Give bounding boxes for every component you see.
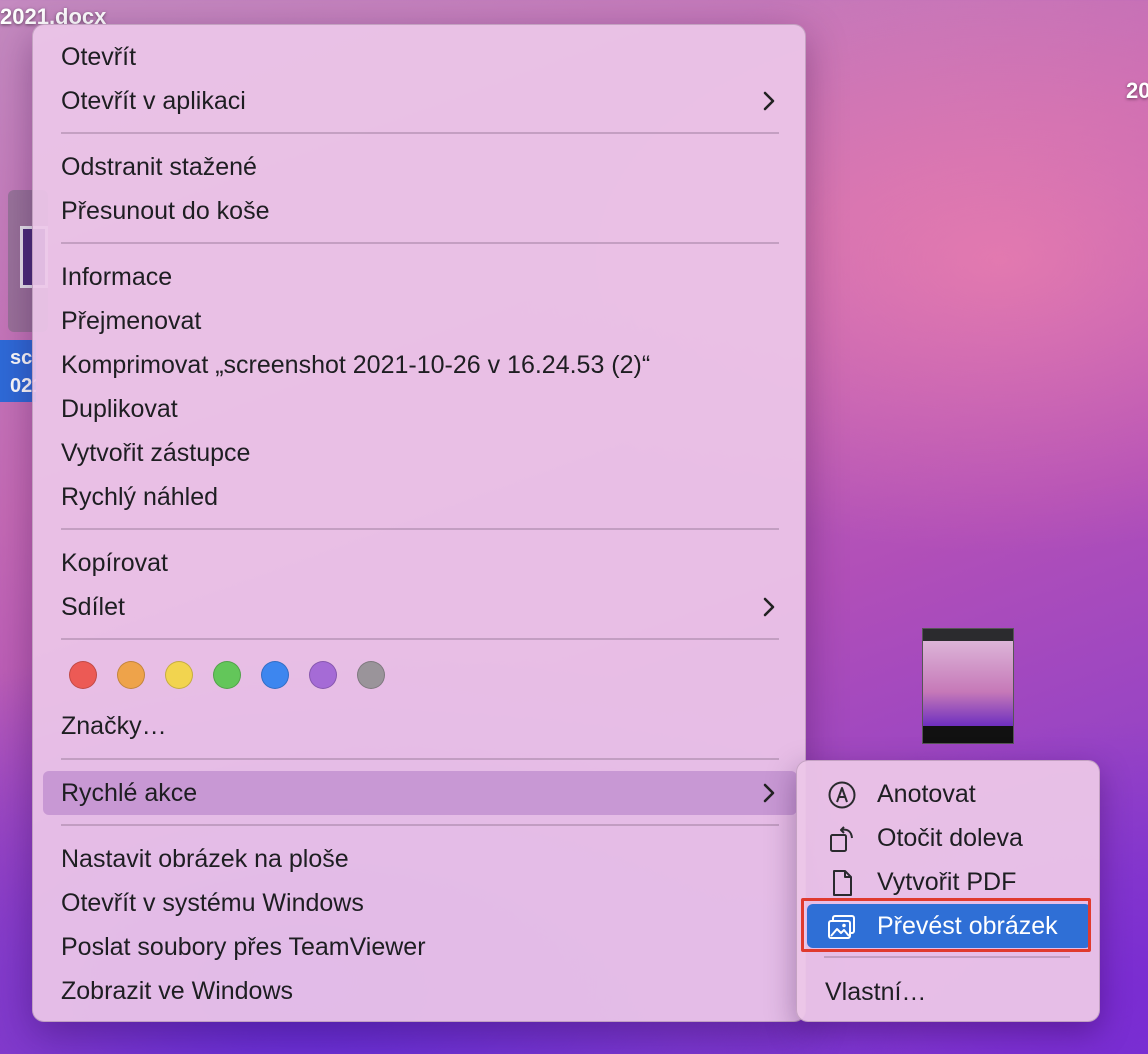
menu-separator	[61, 638, 779, 640]
tag-orange[interactable]	[117, 661, 145, 689]
menu-item-copy[interactable]: Kopírovat	[43, 541, 797, 585]
menu-item-open[interactable]: Otevřít	[43, 35, 797, 79]
submenu-item-convert-image[interactable]: Převést obrázek	[807, 904, 1091, 948]
menu-item-label: Sdílet	[61, 593, 125, 621]
menu-item-tags[interactable]: Značky…	[43, 704, 797, 748]
menu-separator	[61, 528, 779, 530]
menu-item-label: Duplikovat	[61, 395, 178, 423]
menu-item-label: Rychlý náhled	[61, 483, 219, 511]
quick-actions-submenu: Anotovat Otočit doleva Vytvořit PDF Přev…	[796, 760, 1100, 1022]
menu-item-label: Otevřít v aplikaci	[61, 87, 246, 115]
tag-gray[interactable]	[357, 661, 385, 689]
menu-item-remove-download[interactable]: Odstranit stažené	[43, 145, 797, 189]
submenu-item-create-pdf[interactable]: Vytvořit PDF	[807, 860, 1091, 904]
menu-separator	[61, 824, 779, 826]
menu-item-quick-look[interactable]: Rychlý náhled	[43, 475, 797, 519]
tag-yellow[interactable]	[165, 661, 193, 689]
document-icon	[833, 870, 852, 896]
submenu-item-label: Otočit doleva	[877, 824, 1023, 852]
menu-item-label: Zobrazit ve Windows	[61, 977, 294, 1005]
menu-item-duplicate[interactable]: Duplikovat	[43, 387, 797, 431]
menu-item-label: Rychlé akce	[61, 779, 198, 807]
tag-red[interactable]	[69, 661, 97, 689]
menu-item-label: Značky…	[61, 712, 167, 740]
menu-item-share[interactable]: Sdílet	[43, 585, 797, 629]
menu-item-label: Přesunout do koše	[61, 197, 270, 225]
desktop-file-label-selected[interactable]: sc 021	[0, 340, 36, 402]
menu-item-rename[interactable]: Přejmenovat	[43, 299, 797, 343]
submenu-item-label: Vlastní…	[825, 978, 927, 1006]
menu-separator	[61, 758, 779, 760]
menu-item-send-teamviewer[interactable]: Poslat soubory přes TeamViewer	[43, 925, 797, 969]
menu-item-label: Informace	[61, 263, 173, 291]
menu-item-label: Odstranit stažené	[61, 153, 257, 181]
desktop-screenshot-thumbnail[interactable]	[922, 628, 1014, 744]
menu-item-move-to-trash[interactable]: Přesunout do koše	[43, 189, 797, 233]
markup-pen-icon	[828, 781, 856, 809]
chevron-right-icon	[763, 597, 775, 617]
menu-item-label: Komprimovat „screenshot 2021-10-26 v 16.…	[61, 351, 651, 379]
menu-item-label: Přejmenovat	[61, 307, 202, 335]
menu-item-get-info[interactable]: Informace	[43, 255, 797, 299]
tag-blue[interactable]	[261, 661, 289, 689]
submenu-item-label: Převést obrázek	[877, 912, 1058, 940]
menu-item-quick-actions[interactable]: Rychlé akce	[43, 771, 797, 815]
menu-item-open-in-windows[interactable]: Otevřít v systému Windows	[43, 881, 797, 925]
submenu-item-label: Vytvořit PDF	[877, 868, 1017, 896]
chevron-right-icon	[763, 91, 775, 111]
menu-item-label: Nastavit obrázek na ploše	[61, 845, 349, 873]
tag-purple[interactable]	[309, 661, 337, 689]
menu-item-show-in-windows[interactable]: Zobrazit ve Windows	[43, 969, 797, 1013]
menu-item-set-desktop-picture[interactable]: Nastavit obrázek na ploše	[43, 837, 797, 881]
rotate-left-icon	[830, 826, 853, 852]
submenu-item-label: Anotovat	[877, 780, 976, 808]
menu-item-open-with[interactable]: Otevřít v aplikaci	[43, 79, 797, 123]
menu-item-label: Otevřít v systému Windows	[61, 889, 364, 917]
menu-item-label: Otevřít	[61, 43, 137, 71]
menu-item-make-alias[interactable]: Vytvořit zástupce	[43, 431, 797, 475]
menu-item-compress[interactable]: Komprimovat „screenshot 2021-10-26 v 16.…	[43, 343, 797, 387]
submenu-item-rotate-left[interactable]: Otočit doleva	[807, 816, 1091, 860]
photos-icon	[828, 915, 855, 939]
submenu-item-markup[interactable]: Anotovat	[807, 772, 1091, 816]
desktop-file-label-right[interactable]: 20	[1126, 78, 1148, 104]
menu-item-label: Kopírovat	[61, 549, 169, 577]
tag-green[interactable]	[213, 661, 241, 689]
menu-separator	[61, 242, 779, 244]
menu-separator	[61, 132, 779, 134]
menu-item-label: Vytvořit zástupce	[61, 439, 251, 467]
submenu-separator	[824, 956, 1070, 958]
submenu-item-customize[interactable]: Vlastní…	[807, 970, 1091, 1014]
chevron-right-icon	[763, 783, 775, 803]
menu-item-label: Poslat soubory přes TeamViewer	[61, 933, 426, 961]
context-menu: Otevřít Otevřít v aplikaci Odstranit sta…	[32, 24, 806, 1022]
